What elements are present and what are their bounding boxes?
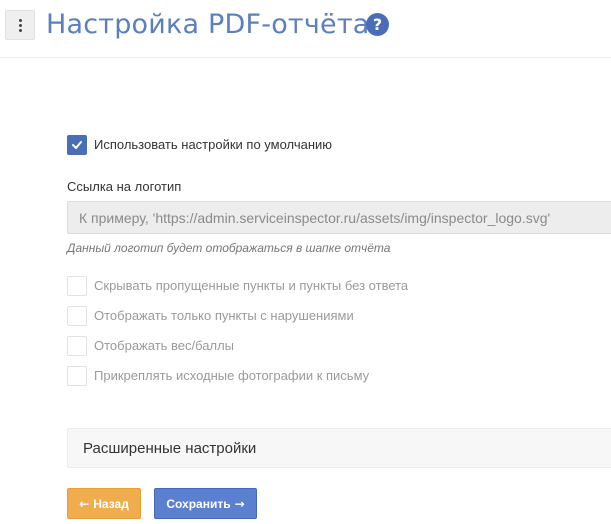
checkmark-icon bbox=[72, 141, 82, 149]
logo-link-hint: Данный логотип будет отображаться в шапк… bbox=[67, 241, 391, 255]
show-weights-checkbox[interactable] bbox=[67, 336, 87, 356]
violations-only-label: Отображать только пункты с нарушениями bbox=[94, 308, 354, 323]
attach-photos-checkbox[interactable] bbox=[67, 366, 87, 386]
use-defaults-checkbox[interactable] bbox=[67, 135, 87, 155]
page-title: Настройка PDF-отчёта bbox=[46, 9, 370, 40]
menu-button[interactable] bbox=[5, 10, 35, 40]
violations-only-checkbox[interactable] bbox=[67, 306, 87, 326]
logo-link-input[interactable] bbox=[67, 201, 611, 234]
use-defaults-label: Использовать настройки по умолчанию bbox=[94, 137, 333, 152]
show-weights-label: Отображать вес/баллы bbox=[94, 338, 235, 353]
question-circle-icon[interactable]: ? bbox=[366, 13, 389, 36]
save-button-label: Сохранить bbox=[166, 496, 231, 511]
arrow-left-icon: ← bbox=[79, 496, 90, 511]
advanced-settings-label: Расширенные настройки bbox=[83, 439, 257, 457]
header-divider bbox=[0, 57, 611, 58]
arrow-right-icon: → bbox=[234, 496, 245, 511]
page-header: Настройка PDF-отчёта ? bbox=[0, 0, 611, 56]
hide-skipped-label: Скрывать пропущенные пункты и пункты без… bbox=[94, 278, 409, 293]
save-button[interactable]: Сохранить → bbox=[154, 488, 257, 519]
back-button-label: Назад bbox=[93, 496, 129, 511]
vertical-dots-icon bbox=[18, 18, 22, 32]
advanced-settings-panel[interactable]: Расширенные настройки bbox=[67, 428, 611, 468]
back-button[interactable]: ← Назад bbox=[67, 488, 141, 519]
hide-skipped-checkbox[interactable] bbox=[67, 276, 87, 296]
logo-link-label: Ссылка на логотип bbox=[67, 179, 182, 194]
attach-photos-label: Прикреплять исходные фотографии к письму bbox=[94, 368, 370, 383]
